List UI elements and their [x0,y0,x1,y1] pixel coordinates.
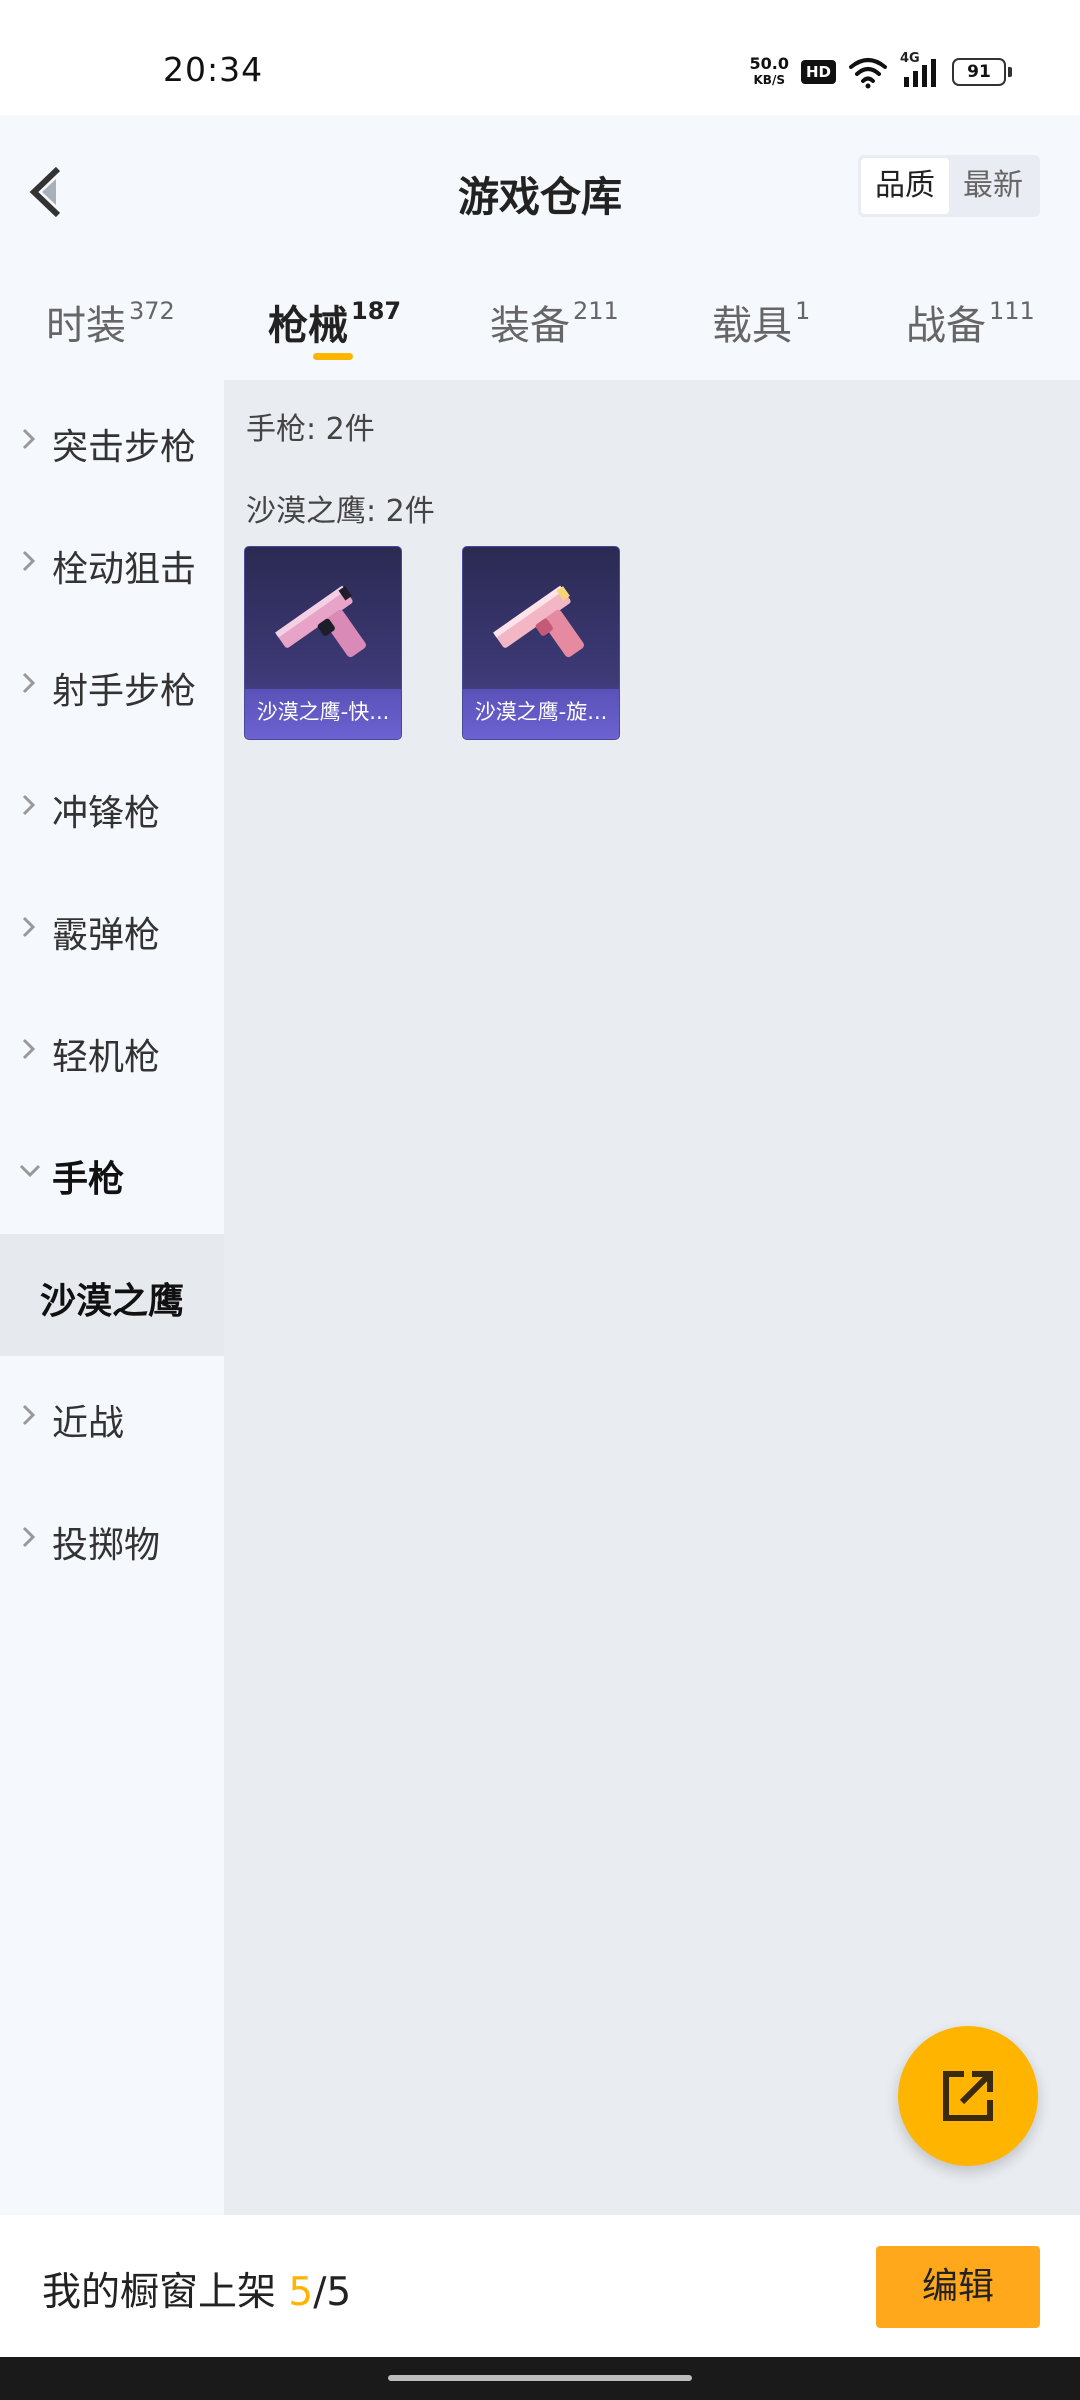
network-speed: 50.0 KB/S [750,56,789,88]
sidebar-item-label: 突击步枪 [52,427,197,468]
status-icons: 50.0 KB/S HD 4G 91 [750,51,1012,92]
sidebar-item-label: 射手步枪 [52,671,197,712]
tab-firearms[interactable]: 枪械 187 [268,293,401,351]
tab-count: 211 [573,296,619,325]
tab-count: 1 [795,296,811,325]
sidebar-item-label: 霰弹枪 [52,915,161,956]
tab-vehicles[interactable]: 载具 1 [712,293,810,351]
weapon-card-name: 沙漠之鹰-快... [245,689,401,739]
sidebar-item-assault-rifle[interactable]: 突击步枪 [0,380,224,502]
sidebar-subitem-desert-eagle[interactable]: 沙漠之鹰 [0,1234,224,1356]
share-external-icon [943,2071,993,2121]
pistol-icon [275,585,366,658]
tab-combat-gear[interactable]: 战备 111 [906,293,1035,351]
wifi-icon [849,58,887,89]
category-tabs: 时装 372 枪械 187 装备 211 载具 1 战备 111 [0,265,1080,380]
tab-equipment[interactable]: 装备 211 [490,293,619,351]
shelf-label: 我的橱窗上架 [42,2270,277,2315]
chevron-right-icon [22,550,36,572]
chevron-right-icon [22,1038,36,1060]
battery-level: 91 [952,58,1006,86]
sidebar-subitem-label: 沙漠之鹰 [40,1281,185,1322]
sidebar-item-label: 投掷物 [52,1525,161,1566]
chevron-right-icon [22,428,36,450]
sidebar-item-label: 冲锋枪 [52,793,161,834]
tab-count: 187 [351,296,402,325]
shelf-total-count: /5 [313,2270,352,2315]
weapon-card[interactable]: 沙漠之鹰-快... [244,546,402,740]
sidebar-item-smg[interactable]: 冲锋枪 [0,746,224,868]
sidebar-item-label: 轻机枪 [52,1037,161,1078]
tab-label: 枪械 [268,303,348,349]
sidebar-item-label: 栓动狙击 [52,549,197,590]
weapon-card-name: 沙漠之鹰-旋... [463,689,619,739]
chevron-right-icon [22,794,36,816]
tab-label: 战备 [906,303,986,349]
sidebar-item-pistol[interactable]: 手枪 [0,1112,224,1234]
network-speed-value: 50.0 [749,54,789,73]
sidebar-item-label: 手枪 [52,1159,125,1200]
weapon-card[interactable]: 沙漠之鹰-旋... [462,546,620,740]
sidebar-item-throwables[interactable]: 投掷物 [0,1478,224,1600]
tab-label: 时装 [46,303,126,349]
sidebar-item-lmg[interactable]: 轻机枪 [0,990,224,1112]
group-title: 沙漠之鹰: 2件 [246,494,435,529]
header: 游戏仓库 品质 最新 [0,115,1080,265]
network-speed-unit: KB/S [753,73,785,87]
sidebar-item-marksman-rifle[interactable]: 射手步枪 [0,624,224,746]
tab-label: 装备 [490,303,570,349]
shelf-current-count: 5 [288,2270,314,2315]
chevron-down-icon [19,1164,40,1178]
bottom-bar: 我的橱窗上架 5/5 编辑 [0,2215,1080,2357]
signal-icon [904,59,936,87]
chevron-right-icon [22,1404,36,1426]
battery-icon: 91 [952,58,1012,86]
share-button[interactable] [898,2026,1038,2166]
cellular-signal: 4G [900,51,940,89]
battery-tip [1008,67,1012,77]
status-time: 20:34 [163,50,264,89]
sidebar-item-bolt-sniper[interactable]: 栓动狙击 [0,502,224,624]
hd-icon: HD [800,60,836,84]
chevron-right-icon [22,916,36,938]
status-bar: 20:34 50.0 KB/S HD 4G 91 [0,0,1080,115]
tab-label: 载具 [712,303,792,349]
chevron-right-icon [22,1526,36,1548]
tab-count: 111 [989,296,1035,325]
sort-toggle: 品质 最新 [858,155,1040,217]
sidebar-item-melee[interactable]: 近战 [0,1356,224,1478]
category-title: 手枪: 2件 [246,412,375,447]
pistol-icon [493,585,584,658]
tab-count: 372 [129,296,175,325]
active-tab-indicator [313,353,353,360]
edit-button[interactable]: 编辑 [876,2246,1040,2328]
shelf-status: 我的橱窗上架 5/5 [42,2261,351,2317]
sort-option-latest[interactable]: 最新 [949,158,1037,214]
sidebar-item-label: 近战 [52,1403,125,1444]
sidebar-item-shotgun[interactable]: 霰弹枪 [0,868,224,990]
sort-option-quality[interactable]: 品质 [861,158,949,214]
tab-fashion[interactable]: 时装 372 [46,293,175,351]
system-navigation-bar [0,2357,1080,2400]
weapon-list-content: 手枪: 2件 沙漠之鹰: 2件 沙漠之鹰-快... 沙漠之鹰-旋... [224,380,1080,2215]
weapon-category-sidebar: 突击步枪 栓动狙击 射手步枪 冲锋枪 霰弹枪 轻机枪 手枪 沙漠之鹰 近战 投掷… [0,380,224,2215]
chevron-right-icon [22,672,36,694]
home-gesture-handle[interactable] [388,2375,692,2381]
